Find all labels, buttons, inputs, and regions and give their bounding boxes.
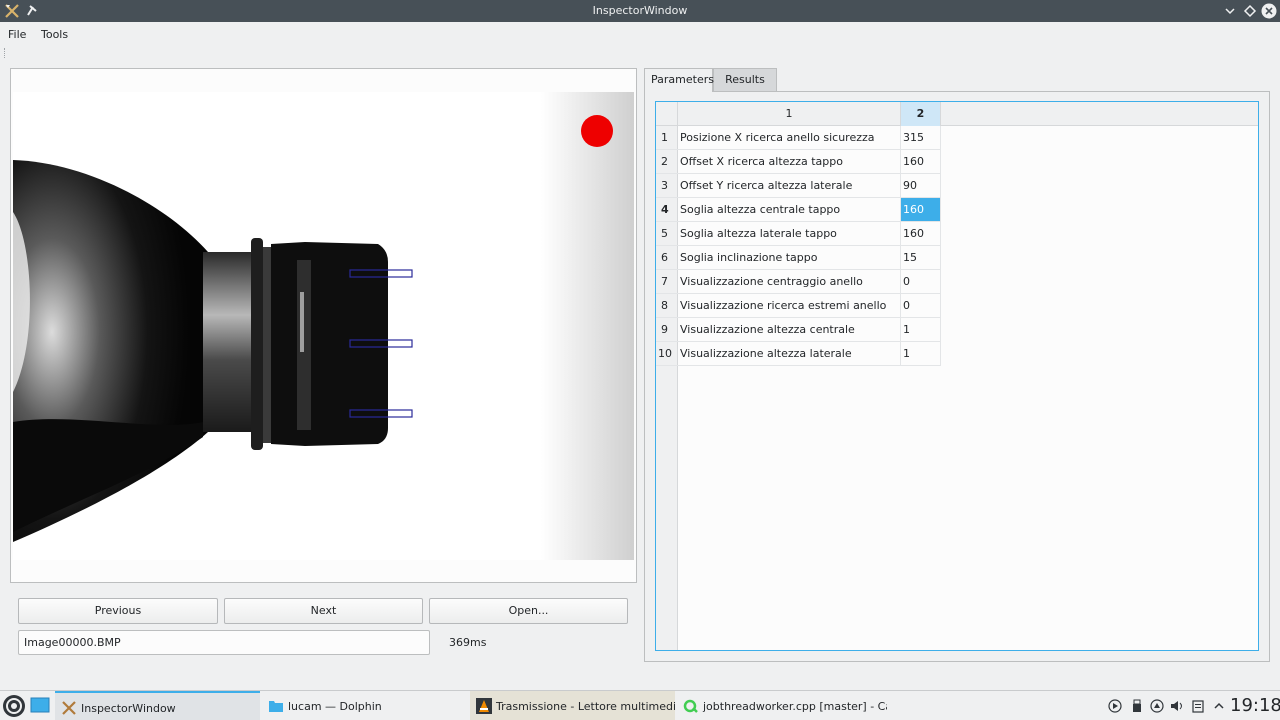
param-name[interactable]: Visualizzazione altezza centrale — [678, 318, 901, 342]
close-icon[interactable] — [1261, 3, 1277, 19]
clock[interactable]: 19:18 — [1230, 695, 1280, 716]
row-number[interactable]: 5 — [656, 222, 678, 246]
inspection-image — [13, 92, 634, 560]
network-icon[interactable] — [1150, 699, 1164, 713]
tab-results[interactable]: Results — [713, 68, 777, 91]
param-value[interactable]: 0 — [901, 294, 941, 318]
param-name[interactable]: Visualizzazione centraggio anello — [678, 270, 901, 294]
param-value[interactable]: 0 — [901, 270, 941, 294]
parameters-table[interactable]: 1 2 1 Posizione X ricerca anello sicurez… — [655, 101, 1259, 651]
tab-parameters[interactable]: Parameters — [644, 68, 714, 92]
status-indicator-dot — [581, 115, 613, 147]
task-media-player[interactable]: Trasmissione - Lettore multimedia... — [470, 691, 675, 720]
menu-tools[interactable]: Tools — [41, 28, 68, 41]
task-label: lucam — Dolphin — [288, 700, 382, 713]
usb-device-icon[interactable] — [1130, 699, 1144, 713]
previous-button[interactable]: Previous — [18, 598, 218, 624]
column-header: 1 2 — [656, 102, 1258, 126]
table-row[interactable]: 8 Visualizzazione ricerca estremi anello… — [656, 294, 942, 318]
folder-icon — [269, 701, 283, 712]
row-number[interactable]: 7 — [656, 270, 678, 294]
open-button[interactable]: Open... — [429, 598, 628, 624]
desktop-pager-icon[interactable] — [30, 694, 50, 718]
column-header-2[interactable]: 2 — [901, 102, 941, 126]
qt-creator-icon — [683, 699, 698, 713]
table-row-selected[interactable]: 4 Soglia altezza centrale tappo 160 — [656, 198, 942, 222]
task-label: InspectorWindow — [81, 702, 176, 715]
row-number[interactable]: 3 — [656, 174, 678, 198]
table-corner[interactable] — [656, 102, 678, 126]
row-number[interactable]: 2 — [656, 150, 678, 174]
title-bar: InspectorWindow — [0, 0, 1280, 22]
next-button[interactable]: Next — [224, 598, 423, 624]
row-number[interactable]: 9 — [656, 318, 678, 342]
param-value[interactable]: 15 — [901, 246, 941, 270]
filename-field[interactable] — [18, 630, 430, 655]
param-name[interactable]: Soglia inclinazione tappo — [678, 246, 901, 270]
table-row[interactable]: 3 Offset Y ricerca altezza laterale 90 — [656, 174, 942, 198]
table-row[interactable]: 6 Soglia inclinazione tappo 15 — [656, 246, 942, 270]
param-name[interactable]: Offset X ricerca altezza tappo — [678, 150, 901, 174]
param-name[interactable]: Visualizzazione ricerca estremi anello — [678, 294, 901, 318]
param-name[interactable]: Soglia altezza laterale tappo — [678, 222, 901, 246]
table-row[interactable]: 10 Visualizzazione altezza laterale 1 — [656, 342, 942, 366]
param-name[interactable]: Visualizzazione altezza laterale — [678, 342, 901, 366]
param-value[interactable]: 315 — [901, 126, 941, 150]
menu-bar: File Tools — [0, 22, 1280, 48]
row-number[interactable]: 1 — [656, 126, 678, 150]
param-name[interactable]: Posizione X ricerca anello sicurezza — [678, 126, 901, 150]
volume-icon[interactable] — [1170, 699, 1184, 713]
taskbar: InspectorWindow lucam — Dolphin Trasmiss… — [0, 690, 1280, 720]
param-value[interactable]: 1 — [901, 318, 941, 342]
bottle-image — [13, 92, 634, 560]
application-launcher-icon[interactable] — [2, 694, 26, 718]
table-row[interactable]: 7 Visualizzazione centraggio anello 0 — [656, 270, 942, 294]
task-dolphin[interactable]: lucam — Dolphin — [262, 691, 467, 720]
media-play-icon[interactable] — [1108, 699, 1122, 713]
table-row[interactable]: 2 Offset X ricerca altezza tappo 160 — [656, 150, 942, 174]
param-value[interactable]: 160 — [901, 150, 941, 174]
param-value[interactable]: 160 — [901, 222, 941, 246]
row-number[interactable]: 6 — [656, 246, 678, 270]
row-number[interactable]: 10 — [656, 342, 678, 366]
expand-tray-icon[interactable] — [1212, 699, 1226, 713]
window-title: InspectorWindow — [592, 4, 688, 17]
maximize-icon[interactable] — [1242, 3, 1258, 19]
param-value-selected[interactable]: 160 — [901, 198, 941, 222]
processing-time: 369ms — [449, 636, 487, 649]
table-row[interactable]: 5 Soglia altezza laterale tappo 160 — [656, 222, 942, 246]
inspector-app-icon — [62, 701, 76, 715]
task-inspector-window[interactable]: InspectorWindow — [55, 691, 260, 720]
param-name[interactable]: Soglia altezza centrale tappo — [678, 198, 901, 222]
toolbar-handle[interactable] — [4, 48, 7, 58]
table-row[interactable]: 9 Visualizzazione altezza centrale 1 — [656, 318, 942, 342]
task-label: jobthreadworker.cpp [master] - Ca... — [703, 700, 887, 713]
task-qt-creator[interactable]: jobthreadworker.cpp [master] - Ca... — [677, 691, 887, 720]
table-row[interactable]: 1 Posizione X ricerca anello sicurezza 3… — [656, 126, 942, 150]
image-panel — [10, 68, 637, 583]
minimize-icon[interactable] — [1222, 3, 1238, 19]
menu-file[interactable]: File — [8, 28, 26, 41]
column-header-1[interactable]: 1 — [678, 102, 901, 126]
vlc-icon — [476, 698, 492, 714]
param-value[interactable]: 90 — [901, 174, 941, 198]
param-value[interactable]: 1 — [901, 342, 941, 366]
task-label: Trasmissione - Lettore multimedia... — [496, 700, 675, 713]
row-number[interactable]: 8 — [656, 294, 678, 318]
clipboard-icon[interactable] — [1191, 699, 1205, 713]
row-number[interactable]: 4 — [656, 198, 678, 222]
param-name[interactable]: Offset Y ricerca altezza laterale — [678, 174, 901, 198]
